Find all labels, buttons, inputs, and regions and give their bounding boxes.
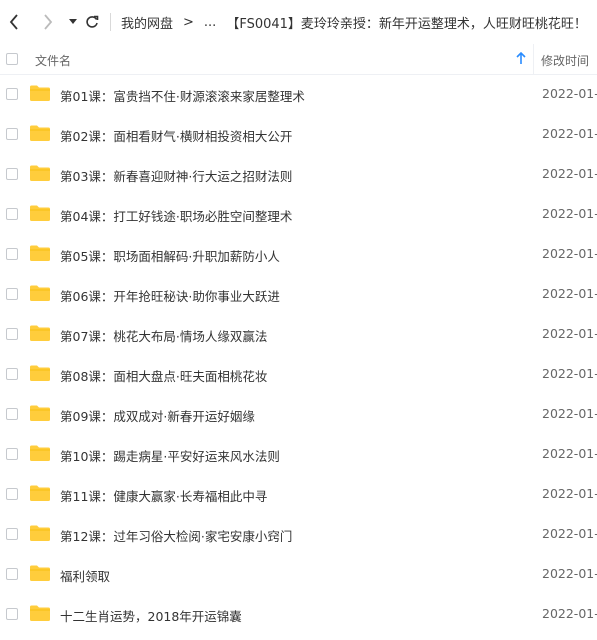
row-checkbox[interactable] (6, 408, 18, 420)
refresh-button[interactable] (82, 0, 102, 44)
modified-time: 2022-01-2 (542, 486, 597, 501)
row-checkbox[interactable] (6, 328, 18, 340)
folder-icon (30, 445, 50, 461)
row-checkbox[interactable] (6, 288, 18, 300)
modified-time: 2022-01-2 (542, 606, 597, 621)
column-header-filename[interactable]: 文件名 (35, 52, 71, 69)
modified-time: 2022-01-2 (542, 526, 597, 541)
row-checkbox[interactable] (6, 128, 18, 140)
modified-time: 2022-01-2 (542, 366, 597, 381)
column-header-modified-time[interactable]: 修改时间 (541, 52, 589, 69)
refresh-icon (86, 15, 99, 28)
row-checkbox[interactable] (6, 248, 18, 260)
row-checkbox[interactable] (6, 568, 18, 580)
modified-time: 2022-01-2 (542, 86, 597, 101)
folder-name[interactable]: 第07课：桃花大布局·情场人缘双赢法 (60, 326, 267, 345)
modified-time: 2022-01-2 (542, 126, 597, 141)
folder-name[interactable]: 第04课：打工好钱途·职场必胜空间整理术 (60, 206, 292, 225)
folder-icon (30, 85, 50, 101)
folder-icon (30, 405, 50, 421)
folder-name[interactable]: 第11课：健康大赢家·长寿福相此中寻 (60, 486, 267, 505)
folder-name[interactable]: 第02课：面相看财气·横财相投资相大公开 (60, 126, 292, 145)
caret-down-icon (69, 19, 77, 24)
row-checkbox[interactable] (6, 208, 18, 220)
folder-icon (30, 245, 50, 261)
file-row[interactable]: 第03课：新春喜迎财神·行大运之招财法则 2022-01-2 (0, 154, 597, 194)
file-row[interactable]: 第08课：面相大盘点·旺夫面相桃花妆 2022-01-2 (0, 354, 597, 394)
file-row[interactable]: 十二生肖运势，2018年开运锦囊 2022-01-2 (0, 594, 597, 634)
folder-icon (30, 325, 50, 341)
folder-name[interactable]: 第06课：开年抢旺秘诀·助你事业大跃进 (60, 286, 280, 305)
row-checkbox[interactable] (6, 168, 18, 180)
breadcrumb-root[interactable]: 我的网盘 (121, 13, 173, 32)
folder-icon (30, 525, 50, 541)
select-all-checkbox[interactable] (6, 53, 18, 65)
breadcrumb-separator: > (183, 14, 194, 30)
row-checkbox[interactable] (6, 88, 18, 100)
sort-ascending-icon[interactable] (515, 51, 527, 65)
modified-time: 2022-01-2 (542, 326, 597, 341)
folder-icon (30, 165, 50, 181)
folder-icon (30, 125, 50, 141)
file-row[interactable]: 第12课：过年习俗大检阅·家宅安康小窍门 2022-01-2 (0, 514, 597, 554)
folder-name[interactable]: 福利领取 (60, 566, 110, 585)
column-divider[interactable] (533, 44, 534, 74)
forward-button[interactable] (34, 0, 62, 44)
history-dropdown-button[interactable] (66, 0, 80, 44)
file-row[interactable]: 第01课：富贵挡不住·财源滚滚来家居整理术 2022-01-2 (0, 74, 597, 114)
file-row[interactable]: 福利领取 2022-01-2 (0, 554, 597, 594)
folder-name[interactable]: 第01课：富贵挡不住·财源滚滚来家居整理术 (60, 86, 305, 105)
folder-icon (30, 565, 50, 581)
modified-time: 2022-01-2 (542, 246, 597, 261)
file-row[interactable]: 第05课：职场面相解码·升职加薪防小人 2022-01-2 (0, 234, 597, 274)
breadcrumb-current-folder: 【FS0041】麦玲玲亲授：新年开运整理术，人旺财旺桃花旺！ (226, 16, 587, 32)
folder-name[interactable]: 第12课：过年习俗大检阅·家宅安康小窍门 (60, 526, 292, 545)
file-row[interactable]: 第06课：开年抢旺秘诀·助你事业大跃进 2022-01-2 (0, 274, 597, 314)
row-checkbox[interactable] (6, 448, 18, 460)
folder-icon (30, 285, 50, 301)
row-checkbox[interactable] (6, 528, 18, 540)
folder-name[interactable]: 第03课：新春喜迎财神·行大运之招财法则 (60, 166, 292, 185)
folder-name[interactable]: 第05课：职场面相解码·升职加薪防小人 (60, 246, 280, 265)
folder-icon (30, 205, 50, 221)
chevron-right-icon (44, 14, 53, 30)
modified-time: 2022-01-2 (542, 446, 597, 461)
row-checkbox[interactable] (6, 368, 18, 380)
back-button[interactable] (0, 0, 28, 44)
modified-time: 2022-01-2 (542, 566, 597, 581)
row-checkbox[interactable] (6, 488, 18, 500)
file-row[interactable]: 第02课：面相看财气·横财相投资相大公开 2022-01-2 (0, 114, 597, 154)
file-row[interactable]: 第11课：健康大赢家·长寿福相此中寻 2022-01-2 (0, 474, 597, 514)
folder-icon (30, 605, 50, 621)
breadcrumb-ellipsis[interactable]: ... (204, 15, 216, 30)
modified-time: 2022-01-2 (542, 206, 597, 221)
toolbar-divider (110, 13, 111, 31)
folder-name[interactable]: 第10课：踢走病星·平安好运来风水法则 (60, 446, 280, 465)
modified-time: 2022-01-2 (542, 166, 597, 181)
file-list-header: 文件名 修改时间 (0, 44, 597, 75)
folder-icon (30, 485, 50, 501)
row-checkbox[interactable] (6, 608, 18, 620)
file-row[interactable]: 第09课：成双成对·新春开运好姻缘 2022-01-2 (0, 394, 597, 434)
modified-time: 2022-01-2 (542, 286, 597, 301)
modified-time: 2022-01-2 (542, 406, 597, 421)
folder-icon (30, 365, 50, 381)
chevron-left-icon (9, 14, 18, 30)
file-row[interactable]: 第07课：桃花大布局·情场人缘双赢法 2022-01-2 (0, 314, 597, 354)
file-row[interactable]: 第04课：打工好钱途·职场必胜空间整理术 2022-01-2 (0, 194, 597, 234)
folder-name[interactable]: 第08课：面相大盘点·旺夫面相桃花妆 (60, 366, 267, 385)
toolbar: 我的网盘 > ... 【FS0041】麦玲玲亲授：新年开运整理术，人旺财旺桃花旺… (0, 0, 597, 44)
folder-name[interactable]: 第09课：成双成对·新春开运好姻缘 (60, 406, 255, 425)
folder-name[interactable]: 十二生肖运势，2018年开运锦囊 (60, 606, 242, 625)
file-row[interactable]: 第10课：踢走病星·平安好运来风水法则 2022-01-2 (0, 434, 597, 474)
